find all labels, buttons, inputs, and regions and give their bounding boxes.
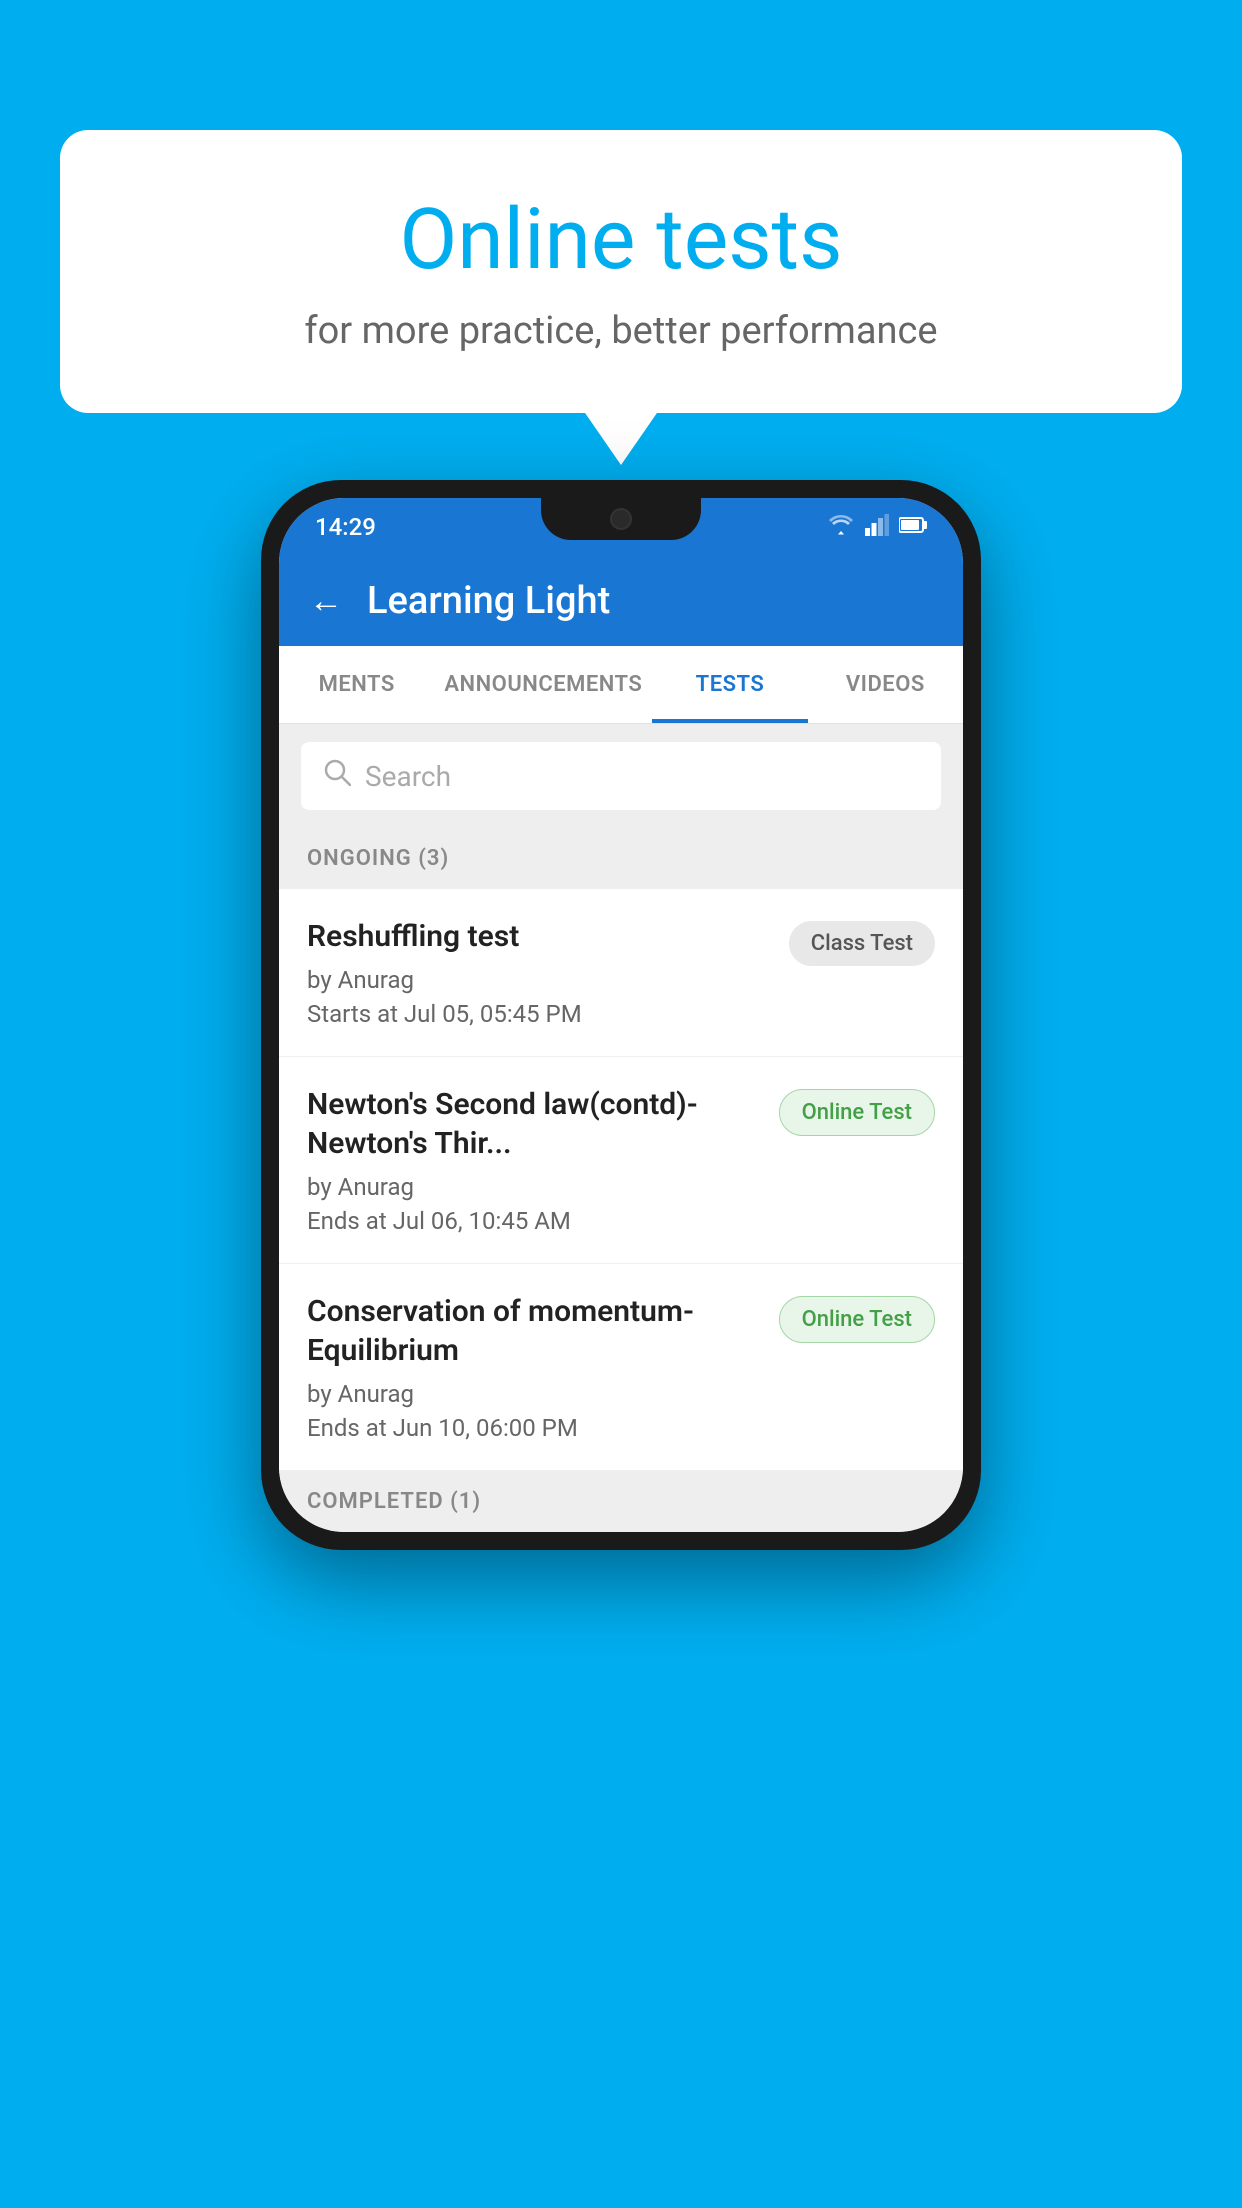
test-item[interactable]: Newton's Second law(contd)-Newton's Thir… bbox=[279, 1057, 963, 1264]
app-header: ← Learning Light bbox=[279, 556, 963, 646]
test-info: Newton's Second law(contd)-Newton's Thir… bbox=[307, 1085, 763, 1235]
search-container: Search bbox=[279, 724, 963, 828]
ongoing-section-header: ONGOING (3) bbox=[279, 828, 963, 889]
speech-bubble-container: Online tests for more practice, better p… bbox=[60, 130, 1182, 413]
test-author: by Anurag bbox=[307, 1380, 763, 1408]
tabs-bar: MENTS ANNOUNCEMENTS TESTS VIDEOS bbox=[279, 646, 963, 724]
test-author: by Anurag bbox=[307, 966, 773, 994]
phone-outer: 14:29 bbox=[261, 480, 981, 1550]
test-item[interactable]: Conservation of momentum-Equilibrium by … bbox=[279, 1264, 963, 1471]
tab-ments[interactable]: MENTS bbox=[279, 646, 434, 723]
back-button[interactable]: ← bbox=[309, 581, 343, 621]
test-title: Reshuffling test bbox=[307, 917, 773, 956]
search-placeholder: Search bbox=[365, 760, 451, 793]
phone-screen: 14:29 bbox=[279, 498, 963, 1532]
completed-section-header: COMPLETED (1) bbox=[279, 1471, 963, 1532]
test-title: Newton's Second law(contd)-Newton's Thir… bbox=[307, 1085, 763, 1163]
test-badge-online: Online Test bbox=[779, 1089, 935, 1136]
tab-announcements[interactable]: ANNOUNCEMENTS bbox=[434, 646, 652, 723]
tab-videos[interactable]: VIDEOS bbox=[808, 646, 963, 723]
signal-icon bbox=[865, 514, 889, 540]
test-item[interactable]: Reshuffling test by Anurag Starts at Jul… bbox=[279, 889, 963, 1057]
test-info: Conservation of momentum-Equilibrium by … bbox=[307, 1292, 763, 1442]
search-icon bbox=[323, 758, 351, 794]
test-date: Ends at Jun 10, 06:00 PM bbox=[307, 1414, 763, 1442]
test-author: by Anurag bbox=[307, 1173, 763, 1201]
test-list: Reshuffling test by Anurag Starts at Jul… bbox=[279, 889, 963, 1471]
phone-wrapper: 14:29 bbox=[261, 480, 981, 1550]
speech-bubble-title: Online tests bbox=[140, 190, 1102, 289]
test-badge-class: Class Test bbox=[789, 921, 935, 966]
status-time: 14:29 bbox=[315, 513, 376, 541]
tab-tests[interactable]: TESTS bbox=[652, 646, 807, 723]
test-badge-online: Online Test bbox=[779, 1296, 935, 1343]
speech-bubble-subtitle: for more practice, better performance bbox=[140, 309, 1102, 353]
speech-bubble: Online tests for more practice, better p… bbox=[60, 130, 1182, 413]
app-header-title: Learning Light bbox=[367, 579, 610, 623]
test-title: Conservation of momentum-Equilibrium bbox=[307, 1292, 763, 1370]
test-info: Reshuffling test by Anurag Starts at Jul… bbox=[307, 917, 773, 1028]
battery-icon bbox=[899, 516, 927, 538]
status-icons bbox=[827, 514, 927, 540]
search-bar[interactable]: Search bbox=[301, 742, 941, 810]
phone-camera bbox=[610, 508, 632, 530]
phone-notch bbox=[541, 498, 701, 540]
test-date: Starts at Jul 05, 05:45 PM bbox=[307, 1000, 773, 1028]
test-date: Ends at Jul 06, 10:45 AM bbox=[307, 1207, 763, 1235]
wifi-icon bbox=[827, 514, 855, 540]
